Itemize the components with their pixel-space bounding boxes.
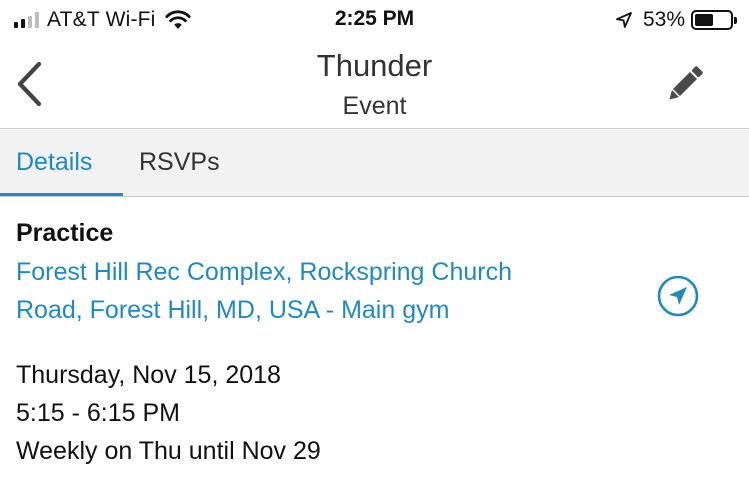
location-arrow-icon <box>616 12 632 28</box>
active-tab-indicator <box>0 193 123 196</box>
event-time: 5:15 - 6:15 PM <box>16 399 180 427</box>
event-type: Practice <box>16 219 114 247</box>
location-link[interactable]: Forest Hill Rec Complex, Rockspring Chur… <box>16 253 636 329</box>
tab-bar: Details RSVPs <box>0 130 749 197</box>
location-line-1: Forest Hill Rec Complex, Rockspring Chur… <box>16 258 512 286</box>
battery-icon <box>691 10 737 30</box>
battery-fill <box>695 14 713 26</box>
event-recurrence: Weekly on Thu until Nov 29 <box>16 437 321 465</box>
navigation-arrow-circle-icon[interactable] <box>656 274 700 318</box>
location-line-2: Road, Forest Hill, MD, USA - Main gym <box>16 296 450 324</box>
event-details: Practice Forest Hill Rec Complex, Rocksp… <box>16 216 636 329</box>
pencil-icon[interactable] <box>663 62 707 106</box>
status-right: 53% <box>615 8 737 32</box>
event-date: Thursday, Nov 15, 2018 <box>16 361 281 389</box>
navigation-bar: Thunder Event <box>0 40 749 129</box>
page-title: Thunder <box>316 48 433 83</box>
page-subtitle: Event <box>342 92 407 120</box>
battery-percent: 53% <box>642 8 685 31</box>
event-datetime: Thursday, Nov 15, 2018 5:15 - 6:15 PM We… <box>16 356 321 470</box>
tab-rsvps[interactable]: RSVPs <box>139 148 220 177</box>
status-bar: AT&T Wi-Fi 2:25 PM 53% <box>0 0 749 40</box>
tab-details[interactable]: Details <box>16 148 92 177</box>
